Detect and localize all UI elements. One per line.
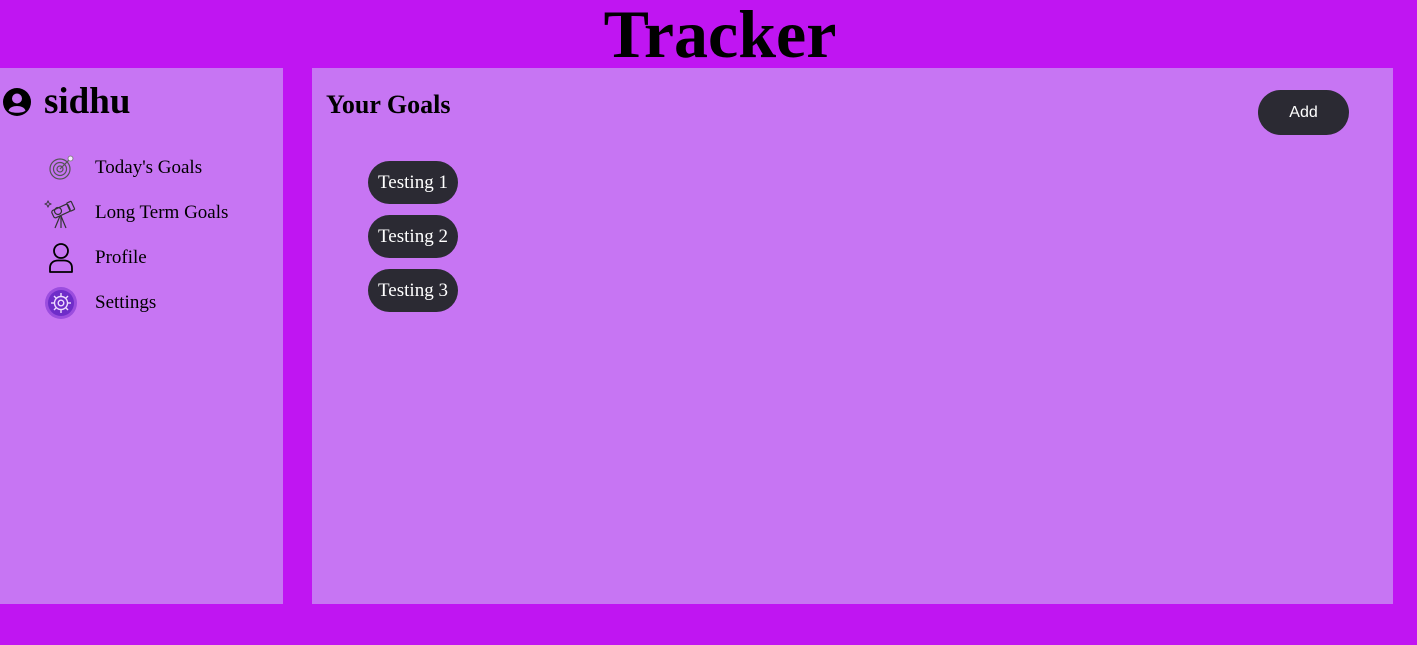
user-header: sidhu: [2, 82, 130, 122]
sidebar-item-profile[interactable]: Profile: [44, 241, 147, 275]
app-title: Tracker: [603, 0, 837, 72]
sidebar-item-settings[interactable]: Settings: [44, 286, 156, 320]
telescope-icon: [44, 196, 78, 230]
sidebar-item-label: Settings: [95, 292, 157, 313]
person-icon: [44, 241, 78, 275]
sidebar: [0, 68, 283, 604]
gear-icon: [44, 286, 78, 320]
goal-item[interactable]: Testing 2: [368, 215, 458, 258]
sidebar-item-todays-goals[interactable]: Today's Goals: [44, 151, 202, 185]
sidebar-item-label: Today's Goals: [95, 157, 203, 178]
section-title: Your Goals: [326, 90, 451, 119]
goal-item[interactable]: Testing 1: [368, 161, 458, 204]
user-circle-icon: [2, 87, 32, 117]
sidebar-item-label: Long Term Goals: [95, 202, 229, 223]
goal-item[interactable]: Testing 3: [368, 269, 458, 312]
sidebar-item-long-term-goals[interactable]: Long Term Goals: [44, 196, 228, 230]
add-button[interactable]: Add: [1258, 90, 1349, 135]
main-panel: [312, 68, 1393, 604]
username: sidhu: [44, 81, 131, 122]
target-icon: [44, 151, 78, 185]
sidebar-item-label: Profile: [95, 247, 147, 268]
